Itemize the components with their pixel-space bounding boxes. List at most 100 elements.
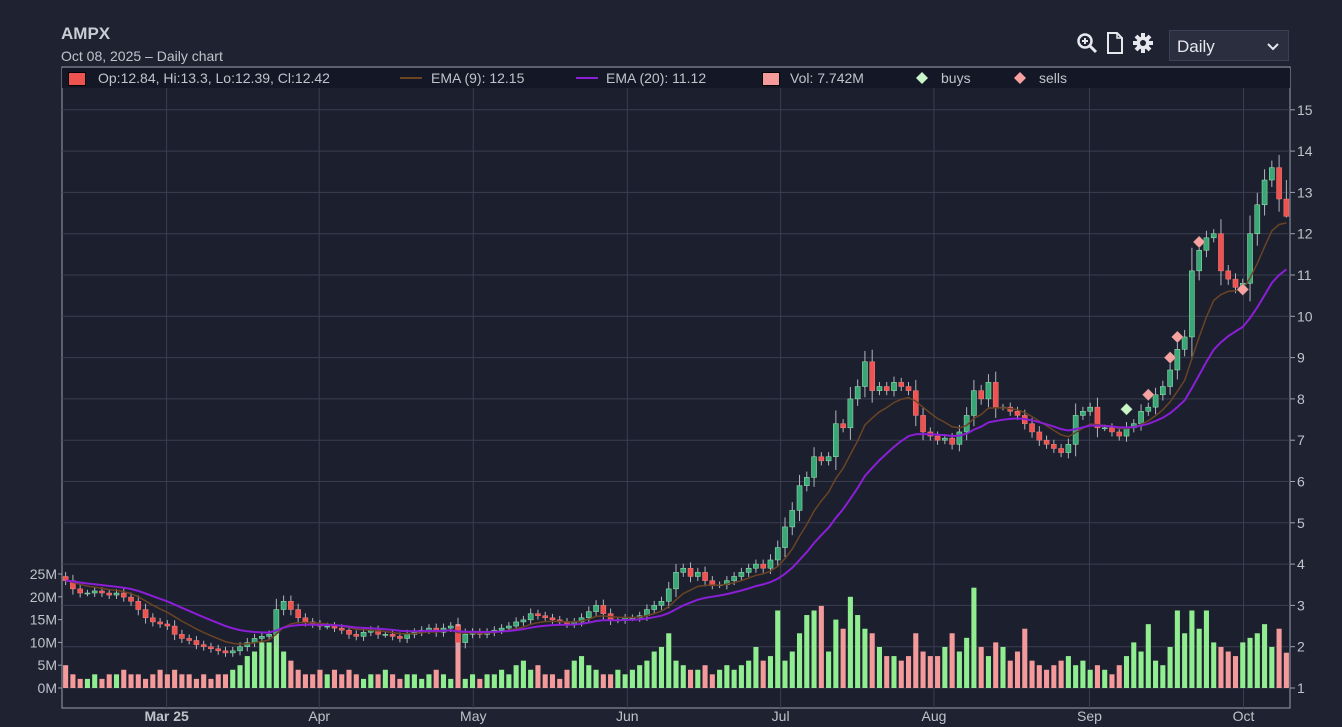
volume-bar <box>680 665 686 688</box>
volume-bar <box>717 669 723 688</box>
volume-bar <box>237 665 243 688</box>
volume-bar <box>390 674 396 688</box>
candle-body <box>1261 179 1268 206</box>
ohlc-swatch <box>68 72 86 86</box>
volume-bar <box>949 633 955 688</box>
candle-body <box>229 650 236 654</box>
candle-body <box>1174 349 1181 371</box>
volume-bar <box>1000 646 1006 688</box>
volume-bar <box>862 628 868 688</box>
volume-bar <box>753 646 759 688</box>
volume-bar <box>600 674 606 688</box>
volume-bar <box>528 669 534 688</box>
volume-bar <box>971 587 977 688</box>
candle-body <box>527 613 534 621</box>
candle-body <box>745 567 752 573</box>
candle-body <box>84 592 91 595</box>
volume-bar <box>586 665 592 688</box>
volume-bar <box>869 633 875 688</box>
volume-bar <box>964 637 970 688</box>
candle-body <box>1276 167 1282 200</box>
volume-bar <box>302 674 308 688</box>
volume-bar <box>1232 656 1239 688</box>
volume-bar <box>186 674 192 688</box>
volume-bar <box>346 669 352 688</box>
y-tick-label: 12 <box>1297 226 1313 242</box>
volume-bar <box>833 619 839 688</box>
volume-bar <box>164 674 170 688</box>
volume-bar <box>1189 610 1195 688</box>
volume-bar <box>484 674 490 688</box>
y-tick-label: 1 <box>1297 680 1305 696</box>
volume-bar <box>898 660 904 688</box>
price-chart[interactable]: 1234567891011121314150M5M10M15M20M25MMar… <box>0 0 1342 727</box>
candle-body <box>695 572 701 577</box>
volume-bar <box>891 656 897 688</box>
volume-bar <box>905 656 912 688</box>
candle-body <box>295 609 301 619</box>
candle-body <box>753 563 759 569</box>
candle-body <box>193 640 200 645</box>
candle-body <box>113 592 120 596</box>
volume-bar <box>673 660 679 688</box>
volume-bar <box>847 596 853 688</box>
legend-sells[interactable]: sells <box>1039 70 1067 86</box>
candle-body <box>1254 204 1261 234</box>
candle-body <box>142 609 149 619</box>
volume-bar <box>477 678 483 688</box>
volume-bar <box>760 660 766 688</box>
candle-body <box>738 572 745 577</box>
volume-bar <box>121 669 127 688</box>
candle-body <box>128 596 134 602</box>
y-tick-label: 13 <box>1297 184 1313 200</box>
candle-body <box>920 415 926 433</box>
volume-bar <box>557 678 563 688</box>
candle-body <box>593 605 599 612</box>
volume-bar <box>361 678 367 688</box>
candle-body <box>106 592 113 596</box>
volume-bar <box>1022 628 1028 688</box>
volume-bar <box>1254 633 1260 688</box>
candle-body <box>586 611 592 619</box>
volume-bar <box>128 674 134 688</box>
candle-body <box>222 650 229 654</box>
candle-body <box>150 617 156 623</box>
volume-bar <box>1131 642 1137 688</box>
candle-body <box>397 636 403 639</box>
volume-bar <box>331 669 338 688</box>
candle-body <box>338 627 345 631</box>
x-tick-label: May <box>460 708 486 724</box>
x-tick-label: Aug <box>921 708 946 724</box>
volume-bar <box>1174 610 1180 688</box>
volume-bar <box>1182 633 1188 688</box>
volume-bar <box>382 669 388 688</box>
volume-bar <box>666 633 672 688</box>
x-tick-label: Jul <box>772 708 790 724</box>
volume-bar <box>876 646 882 688</box>
volume-bar <box>1123 656 1130 688</box>
buy-diamond-icon <box>916 72 928 84</box>
x-tick-label: Sep <box>1077 708 1102 724</box>
volume-bar <box>1167 646 1173 688</box>
candle-body <box>840 423 846 429</box>
volume-bar <box>63 665 69 688</box>
candle-body <box>1181 336 1188 350</box>
volume-bar <box>956 651 962 688</box>
candle-body <box>542 615 549 619</box>
candle-body <box>1065 444 1072 453</box>
volume-bar <box>448 678 454 688</box>
volume-bar <box>1044 669 1050 688</box>
volume-bar <box>201 674 207 688</box>
candle-body <box>1218 233 1224 272</box>
volume-bar <box>462 678 468 688</box>
volume-bar <box>470 674 476 688</box>
candle-body <box>1029 423 1035 433</box>
candle-body <box>259 636 265 639</box>
candle-body <box>1058 448 1064 453</box>
candle-body <box>600 605 607 614</box>
volume-bar <box>1109 674 1115 688</box>
volume-bar <box>1225 651 1231 688</box>
legend-buys[interactable]: buys <box>941 70 971 86</box>
candle-body <box>164 623 171 627</box>
candle-body <box>360 631 367 637</box>
